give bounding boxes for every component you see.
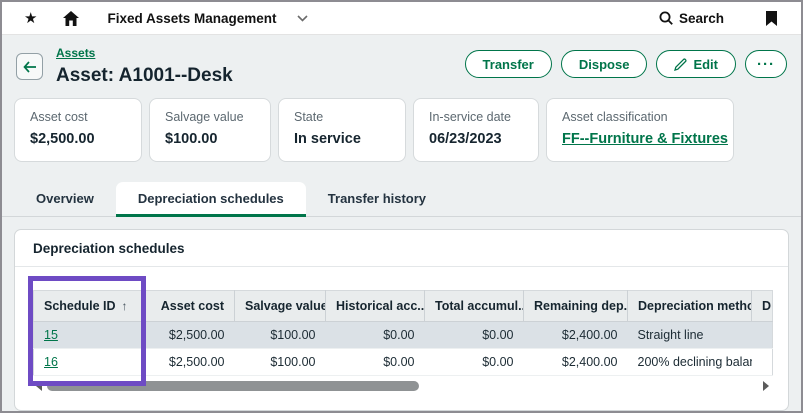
top-navigation-bar: ★ Fixed Assets Management Search: [2, 2, 801, 35]
cell-salvage-value: $100.00: [235, 322, 326, 349]
table-row-schedule-15[interactable]: 15 $2,500.00 $100.00 $0.00 $0.00 $2,400.…: [34, 322, 773, 349]
arrow-left-icon: [23, 61, 37, 73]
card-value: $2,500.00: [30, 131, 126, 147]
tab-overview[interactable]: Overview: [14, 182, 116, 217]
column-header-total-accumulated[interactable]: Total accumul...: [425, 291, 524, 322]
page-header: Assets Asset: A1001--Desk Transfer Dispo…: [2, 35, 801, 91]
column-header-remaining[interactable]: Remaining dep...: [524, 291, 628, 322]
card-label: In-service date: [429, 110, 523, 124]
cell-total-accumulated: $0.00: [425, 322, 524, 349]
cell-remaining: $2,400.00: [524, 322, 628, 349]
summary-cards-row: Asset cost $2,500.00 Salvage value $100.…: [2, 91, 801, 162]
scrollbar-track[interactable]: [45, 381, 760, 391]
table-header-row: Schedule ID ↑ Asset cost Salvage value Hi…: [34, 291, 773, 322]
cell-salvage-value: $100.00: [235, 349, 326, 376]
scroll-left-arrow[interactable]: [33, 380, 45, 392]
more-actions-button[interactable]: ···: [745, 50, 787, 78]
card-value: 06/23/2023: [429, 131, 523, 147]
cell-remaining: $2,400.00: [524, 349, 628, 376]
transfer-button[interactable]: Transfer: [465, 50, 552, 78]
card-label: Asset classification: [562, 110, 718, 124]
search-icon: [659, 11, 673, 25]
tab-depreciation-schedules[interactable]: Depreciation schedules: [116, 182, 306, 217]
table-horizontal-scrollbar[interactable]: [33, 378, 772, 393]
card-label: Salvage value: [165, 110, 255, 124]
back-button[interactable]: [16, 53, 43, 80]
card-asset-classification: Asset classification FF--Furniture & Fix…: [546, 98, 734, 162]
card-asset-cost: Asset cost $2,500.00: [14, 98, 142, 162]
table-row-schedule-16[interactable]: 16 $2,500.00 $100.00 $0.00 $0.00 $2,400.…: [34, 349, 773, 376]
column-header-depreciation-method[interactable]: Depreciation method: [628, 291, 752, 322]
card-label: Asset cost: [30, 110, 126, 124]
app-title[interactable]: Fixed Assets Management: [107, 11, 276, 26]
search-button[interactable]: Search: [659, 11, 724, 26]
edit-button-label: Edit: [693, 57, 718, 72]
schedule-id-link[interactable]: 16: [44, 355, 58, 369]
chevron-down-icon[interactable]: [297, 15, 308, 22]
app-window: ★ Fixed Assets Management Search Assets …: [0, 0, 803, 413]
column-header-truncated[interactable]: D: [752, 291, 773, 322]
card-value: In service: [294, 131, 390, 147]
scroll-right-arrow[interactable]: [760, 380, 772, 392]
cell-total-accumulated: $0.00: [425, 349, 524, 376]
breadcrumb-assets-link[interactable]: Assets: [56, 46, 95, 60]
pencil-icon: [674, 58, 687, 71]
depreciation-schedules-panel: Depreciation schedules Schedule ID ↑ Asse…: [14, 229, 789, 411]
card-label: State: [294, 110, 390, 124]
sort-ascending-icon: ↑: [122, 299, 128, 313]
column-header-historical[interactable]: Historical acc...: [326, 291, 425, 322]
cell-truncated: [752, 349, 773, 376]
edit-button[interactable]: Edit: [656, 50, 736, 78]
column-header-salvage-value[interactable]: Salvage value: [235, 291, 326, 322]
asset-classification-link[interactable]: FF--Furniture & Fixtures: [562, 131, 718, 147]
search-label: Search: [679, 11, 724, 26]
card-value: $100.00: [165, 131, 255, 147]
favorites-star-icon[interactable]: ★: [24, 11, 37, 26]
card-in-service-date: In-service date 06/23/2023: [413, 98, 539, 162]
page-title: Asset: A1001--Desk: [56, 65, 233, 87]
cell-asset-cost: $2,500.00: [144, 322, 235, 349]
panel-title: Depreciation schedules: [15, 230, 788, 267]
scrollbar-thumb[interactable]: [47, 381, 419, 391]
cell-historical: $0.00: [326, 322, 425, 349]
dispose-button[interactable]: Dispose: [561, 50, 648, 78]
cell-historical: $0.00: [326, 349, 425, 376]
header-action-buttons: Transfer Dispose Edit ···: [465, 50, 787, 78]
column-label: Schedule ID: [44, 299, 116, 313]
schedule-id-link[interactable]: 15: [44, 328, 58, 342]
card-salvage-value: Salvage value $100.00: [149, 98, 271, 162]
cell-truncated: [752, 322, 773, 349]
cell-asset-cost: $2,500.00: [144, 349, 235, 376]
schedules-table: Schedule ID ↑ Asset cost Salvage value Hi…: [33, 290, 772, 393]
tab-bar: Overview Depreciation schedules Transfer…: [2, 182, 801, 217]
cell-depreciation-method: Straight line: [628, 322, 752, 349]
home-icon[interactable]: [63, 11, 79, 26]
bookmark-icon[interactable]: [766, 11, 777, 26]
column-header-asset-cost[interactable]: Asset cost: [144, 291, 235, 322]
tab-transfer-history[interactable]: Transfer history: [306, 182, 448, 217]
cell-depreciation-method: 200% declining balance: [628, 349, 752, 376]
card-state: State In service: [278, 98, 406, 162]
column-header-schedule-id[interactable]: Schedule ID ↑: [34, 291, 144, 322]
